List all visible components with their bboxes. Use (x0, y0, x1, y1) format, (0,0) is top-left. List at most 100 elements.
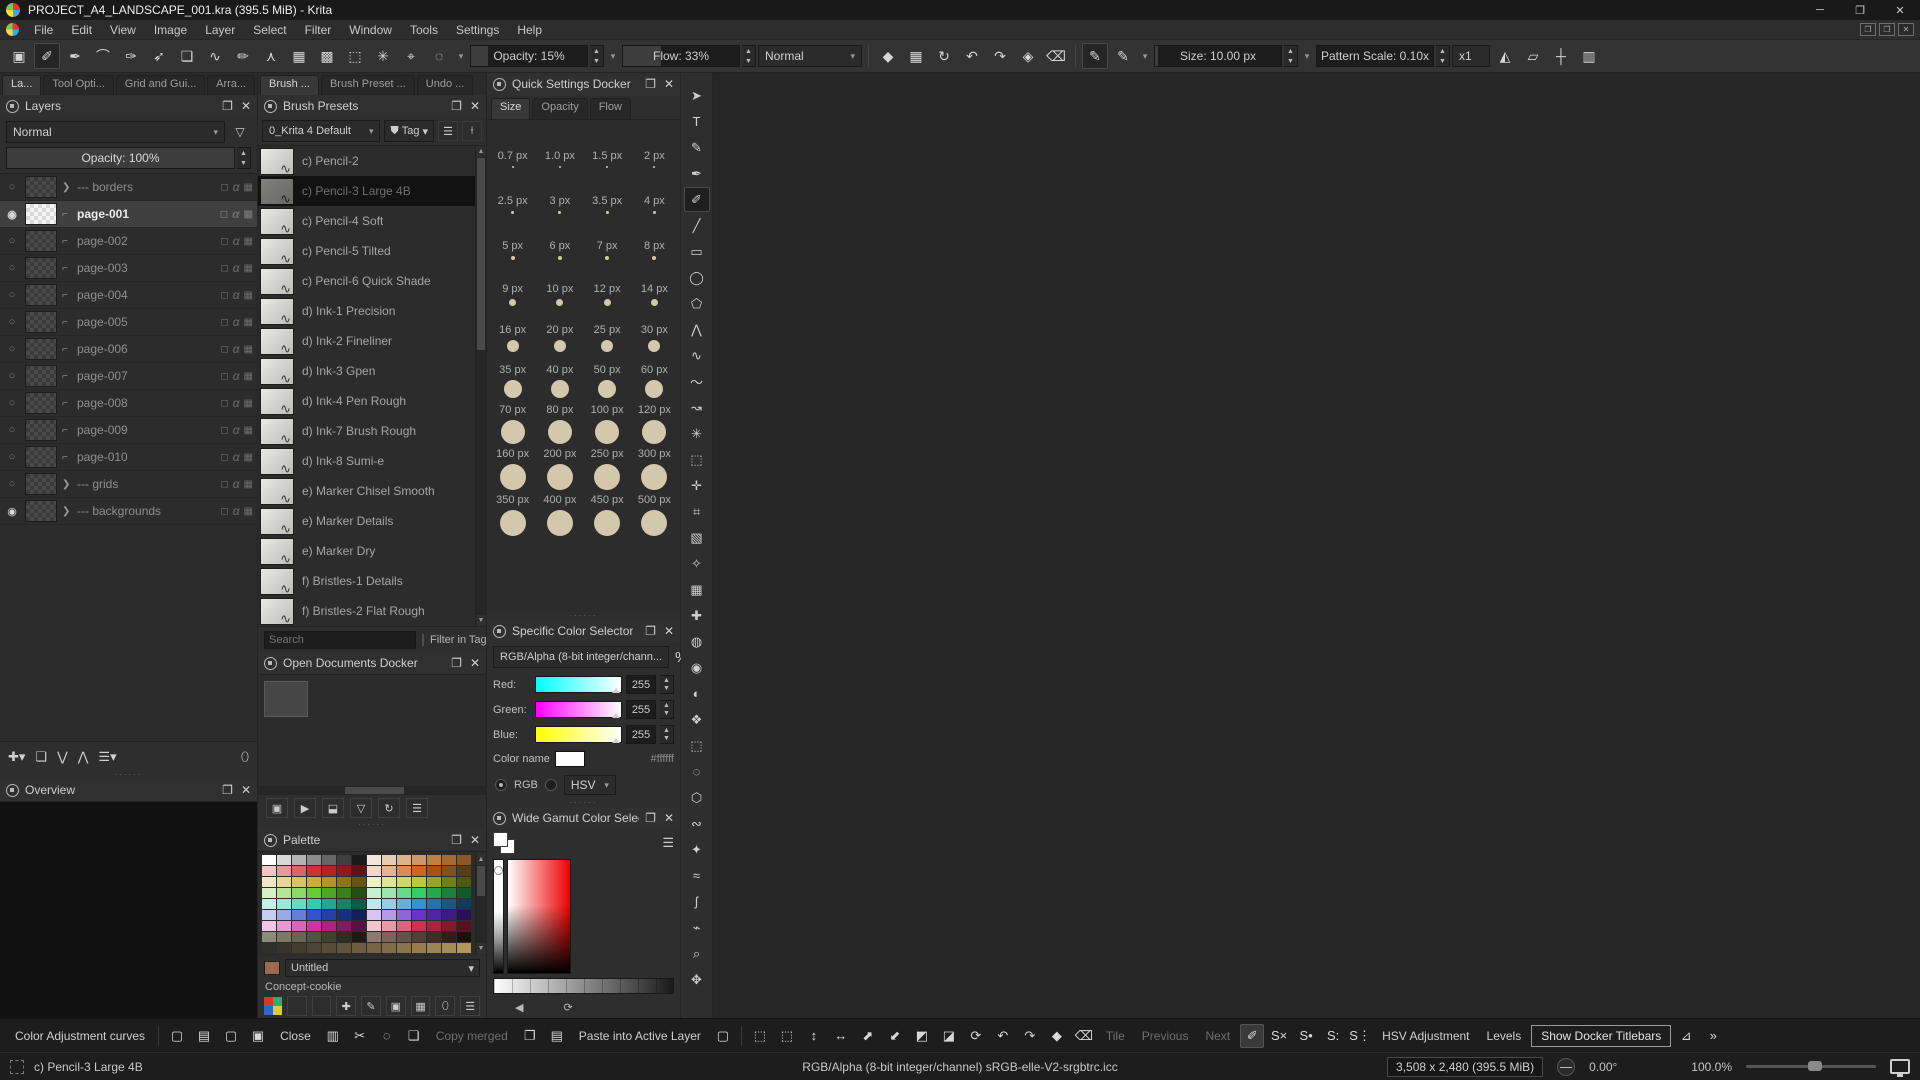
calligraphy-tool-icon[interactable]: ✒ (684, 161, 710, 186)
palette-swatch[interactable] (457, 877, 471, 887)
palette-swatch[interactable] (262, 921, 276, 931)
palette-swatch[interactable] (367, 888, 381, 898)
overview-float-icon[interactable]: ❐ (222, 783, 233, 797)
palette-swatch[interactable] (337, 888, 351, 898)
move-tool-icon[interactable]: ✛ (684, 473, 710, 498)
brush-size-cell[interactable]: 350 px (489, 492, 536, 536)
palette-swatch[interactable] (352, 877, 366, 887)
alpha-lock-icon[interactable]: α (233, 504, 240, 518)
bezier-select-tool-icon[interactable]: ʃ (684, 889, 710, 914)
brush-preset-row[interactable]: c) Pencil-4 Soft (258, 206, 486, 236)
palette-swatch[interactable] (382, 921, 396, 931)
alpha-lock-icon[interactable]: α (233, 396, 240, 410)
palette-swatch[interactable] (412, 932, 426, 942)
next-action[interactable]: Next (1198, 1029, 1237, 1043)
palette-menu-icon[interactable]: ☰ (460, 996, 480, 1016)
inherit-alpha-icon[interactable]: ▦ (244, 236, 253, 247)
move-shape-icon[interactable]: ❏ (174, 43, 200, 69)
inherit-alpha-icon[interactable]: ▦ (244, 344, 253, 355)
quick-settings-float-icon[interactable]: ❐ (645, 77, 656, 91)
visibility-on-icon[interactable]: ◉ (4, 208, 20, 221)
brush-size-cell[interactable]: 500 px (631, 492, 678, 536)
brush-size-cell[interactable]: 160 px (489, 446, 536, 490)
group-expand-icon[interactable]: ❯ (62, 479, 72, 490)
save-icon[interactable]: ▣ (6, 43, 32, 69)
palette-swatch[interactable] (382, 943, 396, 953)
layer-row[interactable]: ○⌐page-003◻α▦ (0, 255, 257, 282)
specific-color-close-icon[interactable]: ✕ (664, 624, 674, 638)
palette-swatch[interactable] (412, 910, 426, 920)
palette-name-dropdown[interactable]: Untitled▾ (285, 959, 480, 977)
palette-swatch[interactable] (427, 921, 441, 931)
brush-size-cell[interactable]: 300 px (631, 446, 678, 490)
palette-swatch[interactable] (457, 932, 471, 942)
inherit-alpha-icon[interactable]: ▦ (244, 479, 253, 490)
tab-grid-and-gui-[interactable]: Grid and Gui... (116, 75, 205, 95)
tab-undo-[interactable]: Undo ... (417, 75, 474, 95)
overview-preview[interactable] (0, 801, 257, 1018)
layers-float-icon[interactable]: ❐ (222, 99, 233, 113)
checker-pattern-icon[interactable]: ▦ (286, 43, 312, 69)
flow-spin-arrows[interactable]: ▲▼ (742, 45, 756, 67)
delete-color-button[interactable]: ⬯ (435, 996, 455, 1016)
palette-swatch[interactable] (352, 866, 366, 876)
pattern-scale-spin-arrows[interactable]: ▲▼ (1436, 45, 1450, 67)
palette-swatch[interactable] (412, 921, 426, 931)
similar-select-tool-icon[interactable]: ≈ (684, 863, 710, 888)
palette-swatch[interactable] (427, 866, 441, 876)
shape-select-tool-icon[interactable]: ➤ (684, 83, 710, 108)
brush-size-cell[interactable]: 4 px (631, 170, 678, 214)
paste-into-active-layer-action[interactable]: Paste into Active Layer (572, 1029, 708, 1043)
quick-settings-tab-flow[interactable]: Flow (590, 98, 631, 119)
palette-swatch[interactable] (352, 932, 366, 942)
brush-size-cell[interactable]: 70 px (489, 400, 536, 444)
quick-settings-close-icon[interactable]: ✕ (664, 77, 674, 91)
palette-swatch[interactable] (352, 888, 366, 898)
palette-swatch[interactable] (262, 866, 276, 876)
asterisk-icon[interactable]: ✳ (370, 43, 396, 69)
palette-swatch[interactable] (322, 910, 336, 920)
layer-lock-icon[interactable]: ◻ (220, 398, 228, 409)
brush-size-cell[interactable]: 6 px (536, 216, 583, 260)
preset-set-dropdown[interactable]: 0_Krita 4 Default▾ (262, 120, 380, 142)
fit-to-screen-icon[interactable] (1890, 1059, 1910, 1074)
paste-icon[interactable]: ▤ (545, 1024, 569, 1048)
opacity-spin-arrows[interactable]: ▲▼ (590, 45, 604, 67)
palette-current-swatch[interactable] (264, 961, 280, 975)
opacity-spinbox[interactable]: Opacity: 15% (470, 45, 588, 67)
brush-size-cell[interactable]: 12 px (584, 262, 631, 306)
palette-swatch[interactable] (412, 877, 426, 887)
group-expand-icon[interactable]: ❯ (62, 506, 72, 517)
palette-swatch[interactable] (277, 921, 291, 931)
palette-swatch[interactable] (382, 932, 396, 942)
layer-row[interactable]: ○⌐page-004◻α▦ (0, 282, 257, 309)
layer-opacity-slider[interactable]: Opacity: 100% (6, 147, 235, 169)
size-spin-arrows[interactable]: ▲▼ (1284, 45, 1298, 67)
pattern-scale-spinbox[interactable]: Pattern Scale: 0.10x (1316, 45, 1434, 67)
brush-size-cell[interactable]: 250 px (584, 446, 631, 490)
deselect-icon[interactable]: ◌ (375, 1024, 399, 1048)
alpha-lock-icon[interactable]: α (233, 315, 240, 329)
layer-row[interactable]: ◉⌐page-001◻α▦ (0, 201, 257, 228)
snap-icon[interactable]: ┼ (1548, 43, 1574, 69)
zoom-slider[interactable] (1746, 1065, 1876, 1068)
crop-tool-icon[interactable]: ⌗ (684, 499, 710, 524)
brush-size-cell[interactable]: 2 px (631, 124, 678, 168)
flow-spinbox[interactable]: Flow: 33% (622, 45, 740, 67)
palette-swatch[interactable] (262, 932, 276, 942)
palette-swatch[interactable] (262, 877, 276, 887)
palette-swatch[interactable] (457, 866, 471, 876)
palette-swatch[interactable] (277, 943, 291, 953)
palette-swatch[interactable] (427, 899, 441, 909)
menu-select[interactable]: Select (244, 21, 295, 39)
palette-lock-icon[interactable] (264, 834, 277, 847)
palette-swatch[interactable] (337, 855, 351, 865)
smoothing-stabilizer-icon[interactable]: S⋮ (1348, 1024, 1372, 1048)
inherit-alpha-icon[interactable]: ▦ (244, 317, 253, 328)
palette-swatch[interactable] (292, 877, 306, 887)
brush-search-input[interactable] (264, 631, 416, 649)
palette-swatch-slot-1[interactable] (287, 996, 307, 1016)
open-document-icon[interactable]: ▤ (192, 1024, 216, 1048)
previous-action[interactable]: Previous (1135, 1029, 1196, 1043)
palette-swatch[interactable] (412, 866, 426, 876)
